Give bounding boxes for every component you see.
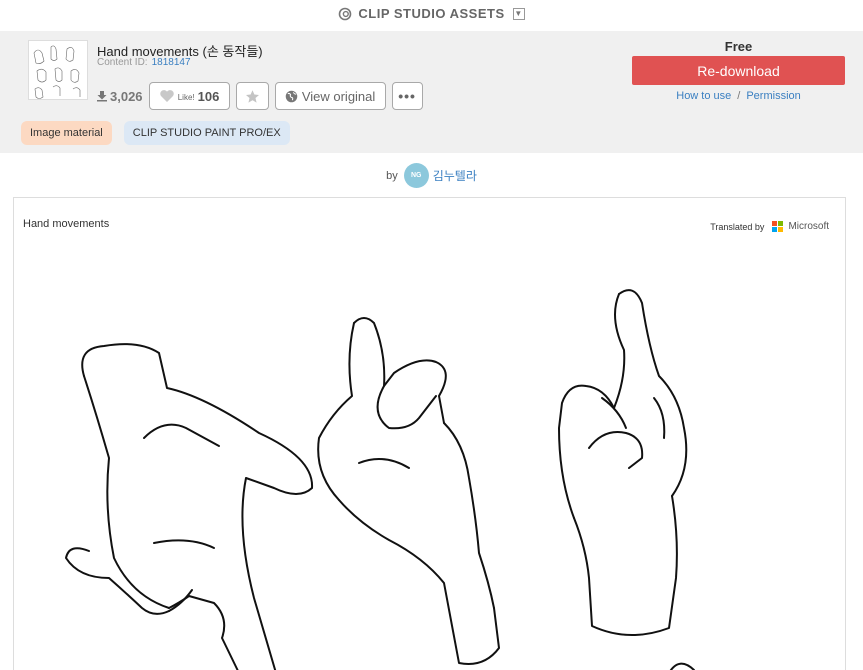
download-count-value: 3,026: [110, 88, 143, 104]
download-icon: [97, 91, 107, 102]
translated-by: Translated by Microsoft: [710, 221, 829, 232]
hand-drawings-image: [65, 289, 695, 670]
content-panel: Hand movements Translated by Microsoft: [13, 197, 846, 670]
content-id: Content ID: 1818147: [97, 57, 191, 68]
asset-actions: 3,026 Like! 106 View original •••: [96, 82, 423, 110]
view-original-label: View original: [301, 88, 376, 104]
like-label: Like!: [177, 93, 195, 102]
heart-icon: [160, 90, 174, 102]
topbar: CLIP STUDIO ASSETS ▼: [0, 0, 863, 31]
thumbnail-sketch-icon: [33, 45, 81, 99]
byline-by: by: [386, 169, 398, 182]
content-id-value[interactable]: 1818147: [152, 57, 191, 68]
tag-image-material[interactable]: Image material: [21, 121, 112, 145]
content-id-label: Content ID:: [97, 57, 148, 68]
brand-name: CLIP STUDIO ASSETS: [358, 6, 505, 21]
permission-link[interactable]: Permission: [746, 90, 800, 102]
avatar[interactable]: NG: [403, 163, 429, 188]
author-link[interactable]: 김누텔라: [433, 167, 477, 184]
link-separator: /: [737, 90, 741, 102]
more-options-icon: •••: [398, 88, 416, 104]
how-to-use-link[interactable]: How to use: [676, 90, 731, 102]
view-original-button[interactable]: View original: [274, 82, 386, 110]
download-count: 3,026: [96, 89, 143, 104]
dropdown-icon[interactable]: ▼: [512, 7, 525, 20]
brand[interactable]: CLIP STUDIO ASSETS ▼: [338, 6, 525, 21]
help-links: How to use / Permission: [632, 90, 845, 102]
favorite-button[interactable]: [235, 82, 269, 110]
asset-header: Hand movements (손 동작들) Content ID: 181814…: [0, 31, 863, 153]
clip-studio-logo-icon: [339, 7, 352, 20]
price: Free: [724, 39, 753, 54]
tag-list: Image material CLIP STUDIO PAINT PRO/EX: [21, 121, 290, 145]
globe-icon: [285, 90, 298, 102]
microsoft-logo-icon: [772, 221, 784, 232]
tag-software[interactable]: CLIP STUDIO PAINT PRO/EX: [123, 121, 290, 145]
like-button[interactable]: Like! 106: [148, 82, 230, 110]
star-icon: [245, 89, 259, 103]
translated-by-label: Translated by: [710, 221, 765, 232]
asset-thumbnail[interactable]: [28, 40, 88, 100]
more-options-button[interactable]: •••: [391, 82, 423, 110]
description-text: Hand movements: [23, 218, 110, 230]
like-count: 106: [197, 88, 220, 104]
byline: by NG 김누텔라: [0, 163, 863, 188]
translator-name: Microsoft: [788, 221, 829, 232]
redownload-button[interactable]: Re-download: [632, 56, 845, 85]
